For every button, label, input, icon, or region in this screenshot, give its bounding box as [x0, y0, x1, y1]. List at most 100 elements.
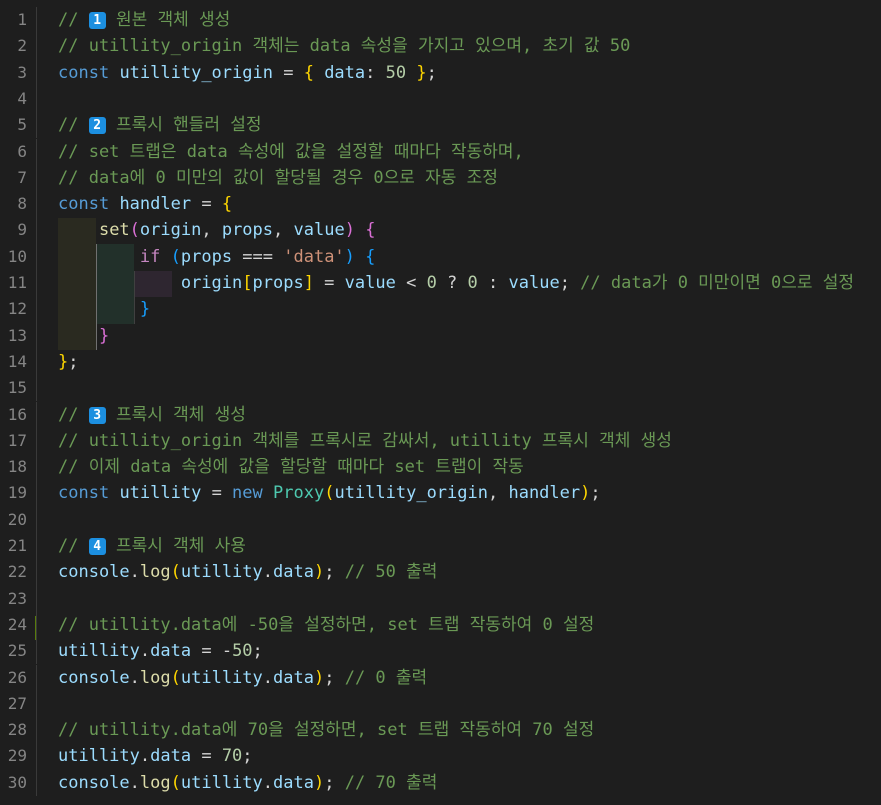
code-token: < — [395, 273, 427, 293]
gutter-guide — [36, 191, 37, 218]
gutter-guide — [36, 164, 37, 192]
code-token: ) — [313, 667, 325, 688]
code-line[interactable]: 24 // utillity.data에 -50을 설정하면, set 트랩 작동… — [0, 611, 881, 639]
code-token: = — [191, 641, 222, 662]
gutter-guide — [36, 138, 37, 165]
gutter-guide — [36, 585, 37, 612]
code-token: . — [262, 562, 274, 583]
code-line[interactable]: 6 // set 트랩은 data 속성에 값을 설정할 때마다 작동하며, — [0, 138, 881, 165]
code-token: ; — [68, 351, 79, 372]
line-number: 22 — [7, 562, 27, 582]
code-text: utillity.data = 70; — [58, 743, 253, 769]
line-number: 18 — [7, 457, 27, 477]
code-token: utillity_origin — [334, 483, 488, 504]
code-line[interactable]: 21 // 4 프록시 객체 사용 — [0, 533, 881, 560]
gutter-guide — [36, 454, 37, 481]
line-number: 23 — [7, 588, 27, 608]
line-number: 4 — [17, 88, 27, 108]
code-line[interactable]: 3 const utillity_origin = { data: 50 }; — [0, 59, 881, 86]
code-token: , — [201, 220, 222, 241]
code-text: // utillity_origin 객체를 프록시로 감싸서, utillit… — [58, 428, 672, 454]
code-token: ; — [324, 667, 345, 688]
code-text: const utillity_origin = { data: 50 }; — [58, 60, 437, 86]
code-line[interactable]: 12 } — [0, 296, 881, 323]
code-line[interactable]: 10 if (props === 'data') { — [0, 243, 881, 270]
code-text: if (props === 'data') { — [58, 244, 376, 270]
line-number: 25 — [7, 641, 27, 661]
code-token: const — [58, 194, 110, 215]
line-number: 6 — [17, 141, 27, 161]
code-token: // set 트랩은 data 속성에 값을 설정할 때마다 작동하며, — [58, 141, 524, 162]
code-token: data — [273, 667, 314, 688]
code-token: new — [232, 483, 263, 504]
code-line[interactable]: 13 } — [0, 322, 881, 349]
code-token: utillity — [58, 746, 140, 767]
code-line[interactable]: 1// 1 원본 객체 생성 — [0, 7, 881, 34]
code-token: 50 — [232, 641, 253, 662]
code-token: { — [303, 62, 314, 83]
line-number: 21 — [7, 536, 27, 555]
code-text: }; — [58, 349, 79, 375]
code-token: = — [191, 746, 222, 767]
code-line[interactable]: 27 — [0, 690, 881, 718]
code-line[interactable]: 7 // data에 0 미만의 값이 할당될 경우 0으로 자동 조정 — [0, 164, 881, 192]
line-number: 15 — [7, 378, 27, 398]
code-token: . — [139, 641, 151, 662]
code-text: // utillity.data에 70을 설정하면, set 트랩 작동하여 … — [58, 717, 594, 743]
code-token: // data가 0 미만이면 0으로 설정 — [580, 273, 854, 293]
code-token: ) — [313, 772, 325, 793]
code-line[interactable]: 16 // 3 프록시 객체 생성 — [0, 401, 881, 428]
gutter-guide — [36, 243, 37, 270]
code-token: . — [262, 772, 274, 793]
code-line[interactable]: 19 const utillity = new Proxy(utillity_or… — [0, 480, 881, 507]
code-line[interactable]: 29 utillity.data = 70; — [0, 743, 881, 770]
line-number: 17 — [7, 430, 27, 450]
code-line[interactable]: 28 // utillity.data에 70을 설정하면, set 트랩 작동하… — [0, 717, 881, 744]
code-line[interactable]: 18 // 이제 data 속성에 값을 할당할 때마다 set 트랩이 작동 — [0, 454, 881, 481]
code-token: { — [365, 220, 376, 241]
code-text: origin[props] = value < 0 ? 0 : value; /… — [58, 270, 854, 296]
code-line[interactable]: 20 — [0, 506, 881, 533]
code-token: : — [477, 273, 509, 293]
code-token: // — [58, 536, 89, 556]
code-line[interactable]: 8 const handler = { — [0, 191, 881, 218]
code-token: ; — [242, 746, 253, 767]
line-number: 29 — [7, 746, 27, 766]
code-text: // utillity.data에 -50을 설정하면, set 트랩 작동하여… — [58, 612, 594, 638]
code-line[interactable]: 9 set(origin, props, value) { — [0, 217, 881, 244]
code-token: // utillity_origin 객체는 data 속성을 가지고 있으며,… — [58, 36, 631, 57]
line-number: 19 — [7, 483, 27, 503]
code-token: . — [129, 562, 140, 583]
code-line[interactable]: 5 // 2 프록시 핸들러 설정 — [0, 112, 881, 139]
line-number: 24 — [7, 614, 27, 634]
code-line[interactable]: 26 console.log(utillity.data); // 0 출력 — [0, 664, 881, 691]
code-line[interactable]: 17 // utillity_origin 객체를 프록시로 감싸서, utill… — [0, 427, 881, 455]
code-line[interactable]: 25 utillity.data = -50; — [0, 638, 881, 665]
code-line[interactable]: 22 console.log(utillity.data); // 50 출력 — [0, 559, 881, 586]
code-line[interactable]: 2 // utillity_origin 객체는 data 속성을 가지고 있으며… — [0, 33, 881, 60]
code-line[interactable]: 23 — [0, 585, 881, 612]
code-line[interactable]: 14}; — [0, 348, 881, 376]
gutter-guide — [36, 690, 37, 718]
code-token: log — [139, 667, 171, 688]
code-line[interactable]: 15 — [0, 375, 881, 402]
code-token: ) — [580, 483, 591, 504]
code-token: ; — [324, 562, 345, 583]
code-token: ( — [170, 667, 181, 688]
code-line[interactable]: 4 — [0, 85, 881, 113]
line-number: 7 — [17, 167, 27, 187]
code-line[interactable]: 11 origin[props] = value < 0 ? 0 : value… — [0, 270, 881, 297]
code-line[interactable]: 30 console.log(utillity.data); // 70 출력 — [0, 769, 881, 796]
code-text: // 이제 data 속성에 값을 할당할 때마다 set 트랩이 작동 — [58, 454, 524, 480]
line-number: 10 — [7, 246, 27, 266]
code-token: ( — [324, 483, 335, 504]
code-token: [ — [242, 273, 253, 293]
line-number: 2 — [17, 36, 27, 56]
code-token: console — [58, 667, 130, 688]
code-text: // 1 원본 객체 생성 — [58, 7, 230, 33]
code-editor[interactable]: 1// 1 원본 객체 생성 2 // utillity_origin 객체는 da… — [0, 0, 881, 805]
